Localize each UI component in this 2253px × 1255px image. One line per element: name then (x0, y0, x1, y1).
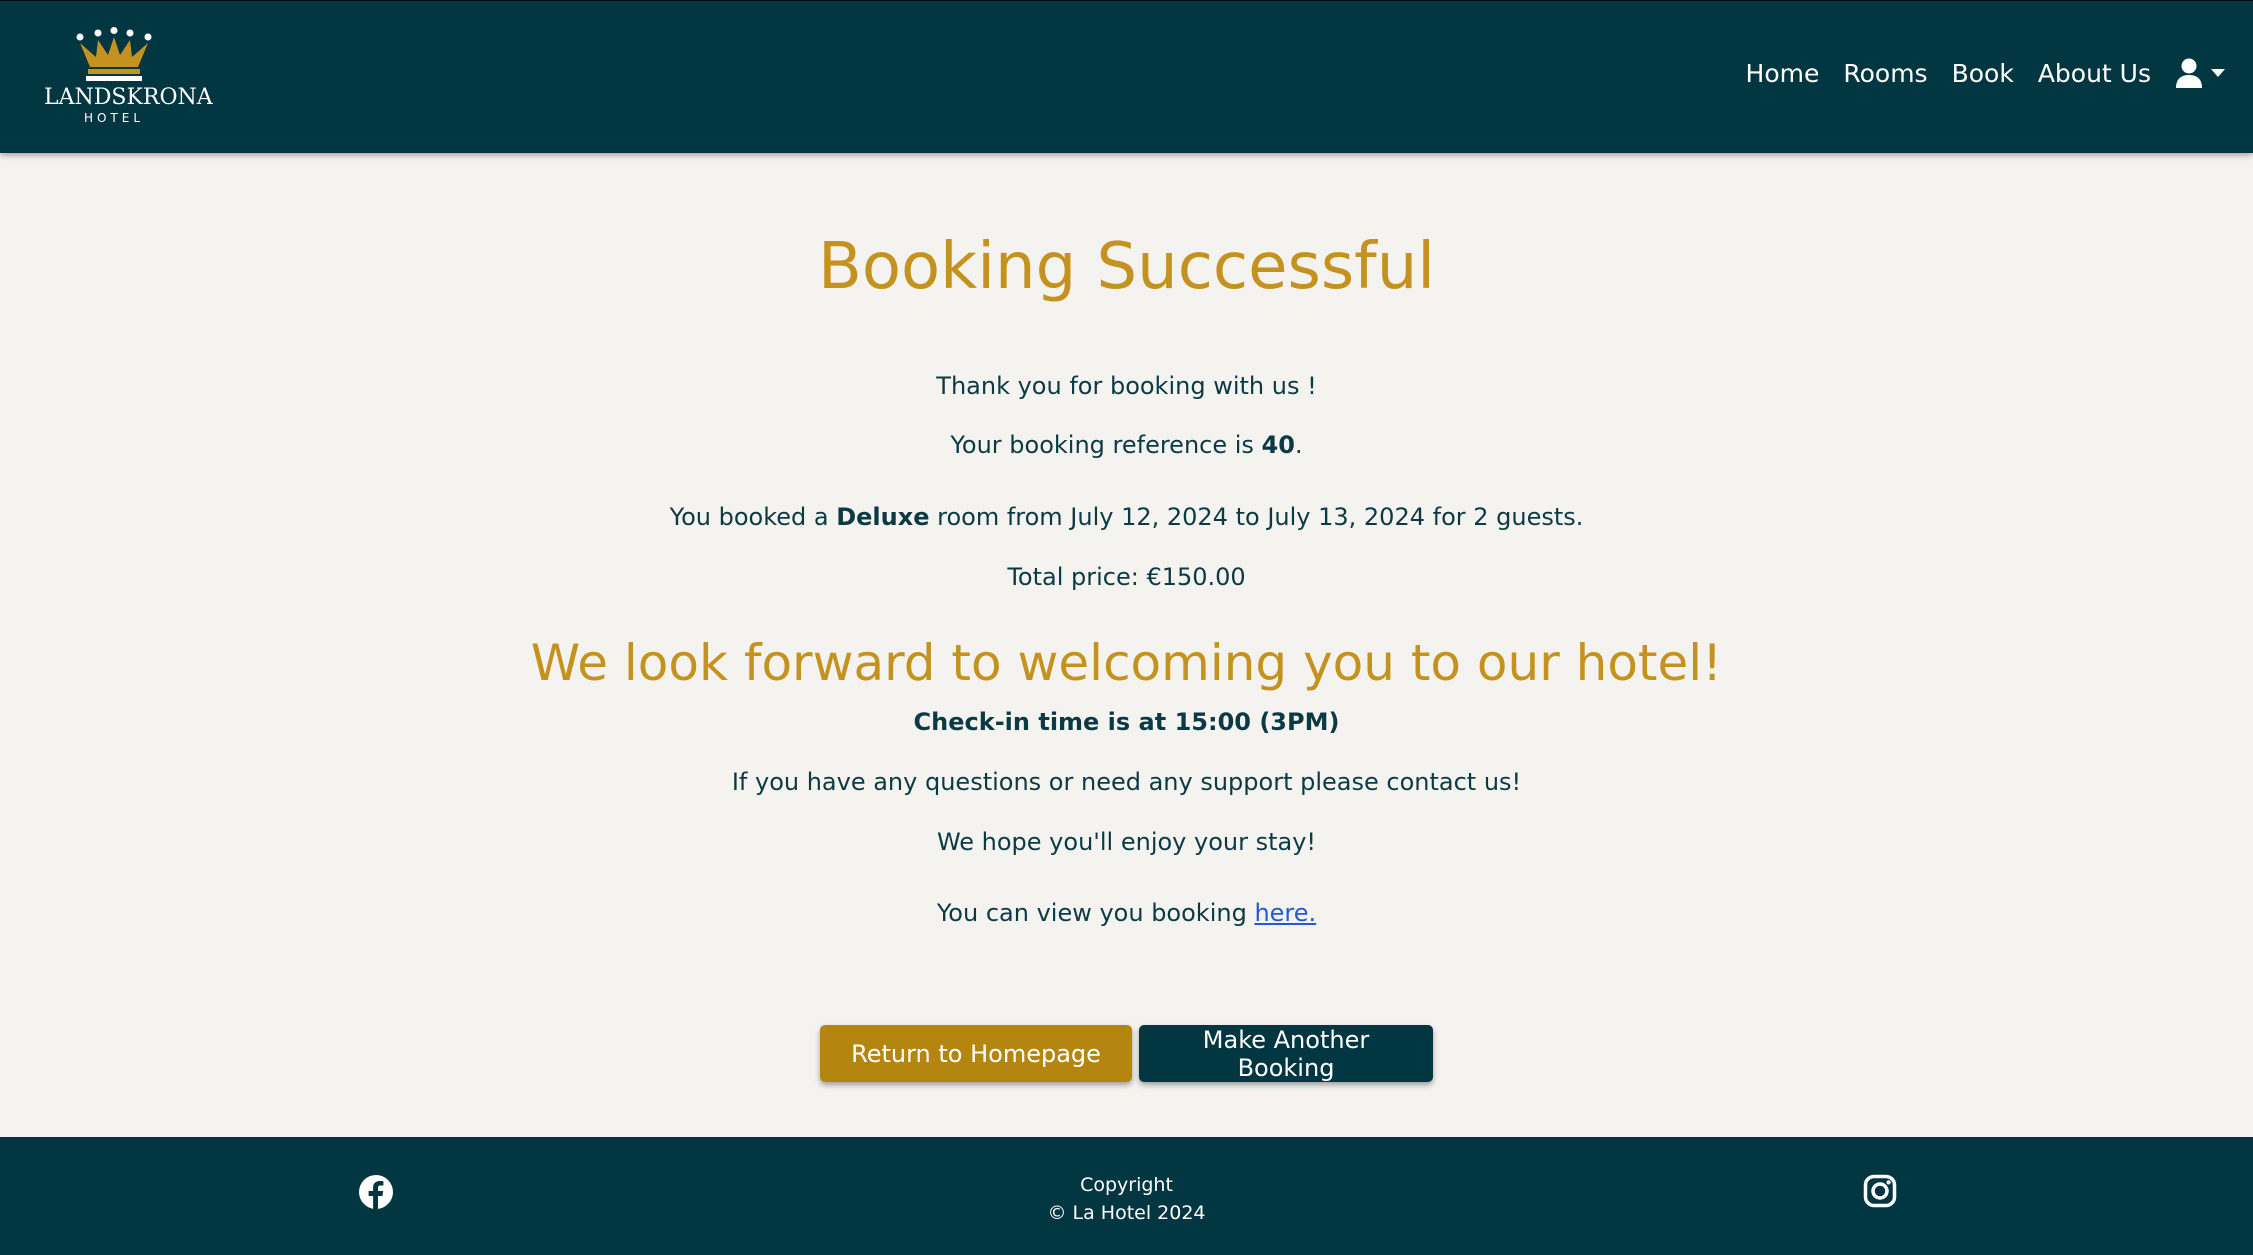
welcome-heading: We look forward to welcoming you to our … (530, 634, 1723, 692)
checkin-time-text: Check-in time is at 15:00 (3PM) (913, 708, 1340, 736)
booking-confirmation: Booking Successful Thank you for booking… (0, 153, 2253, 1137)
caret-down-icon (2211, 69, 2225, 77)
booked-prefix: You booked a (669, 503, 837, 531)
copyright-label: Copyright (1080, 1174, 1173, 1196)
user-icon (2176, 58, 2202, 88)
room-type: Deluxe (836, 503, 930, 531)
copyright: Copyright © La Hotel 2024 (0, 1171, 2253, 1227)
reference-prefix: Your booking reference is (950, 431, 1262, 459)
booking-details-text: You booked a Deluxe room from July 12, 2… (0, 501, 2253, 533)
total-price-text: Total price: €150.00 (1007, 563, 1246, 591)
logo-name: LANDSKRONA (44, 85, 213, 110)
view-booking-text: You can view you booking here. (0, 897, 2253, 929)
page-title: Booking Successful (817, 230, 1436, 304)
return-homepage-button[interactable]: Return to Homepage (820, 1025, 1132, 1082)
booked-suffix: room from July 12, 2024 to July 13, 2024… (929, 503, 1584, 531)
enjoy-stay-text: We hope you'll enjoy your stay! (936, 828, 1317, 856)
make-another-booking-button[interactable]: Make Another Booking (1139, 1025, 1433, 1082)
nav-home-link[interactable]: Home (1746, 59, 1820, 88)
crown-icon (76, 27, 152, 81)
copyright-text: © La Hotel 2024 (1047, 1202, 1206, 1224)
reference-suffix: . (1294, 431, 1303, 459)
logo-subtitle: HOTEL (83, 111, 145, 125)
nav-about-us-link[interactable]: About Us (2038, 59, 2151, 88)
action-buttons: Return to Homepage Make Another Booking (0, 1025, 2253, 1082)
nav-rooms-link[interactable]: Rooms (1843, 59, 1927, 88)
support-text: If you have any questions or need any su… (731, 768, 1522, 796)
booking-reference-text: Your booking reference is 40. (0, 429, 2253, 461)
nav-book-link[interactable]: Book (1952, 59, 2014, 88)
view-booking-prefix: You can view you booking (936, 899, 1255, 927)
thank-you-text: Thank you for booking with us ! (936, 372, 1317, 400)
hotel-logo[interactable]: LANDSKRONA HOTEL (44, 27, 213, 127)
nav-menu: Home Rooms Book About Us (1746, 51, 2253, 95)
view-booking-link[interactable]: here. (1254, 899, 1316, 927)
footer: Copyright © La Hotel 2024 (0, 1137, 2253, 1255)
user-menu-dropdown[interactable] (2175, 58, 2225, 88)
navbar: LANDSKRONA HOTEL Home Rooms Book About U… (0, 0, 2253, 153)
instagram-icon[interactable] (1863, 1174, 1897, 1212)
booking-reference-number: 40 (1261, 431, 1295, 459)
